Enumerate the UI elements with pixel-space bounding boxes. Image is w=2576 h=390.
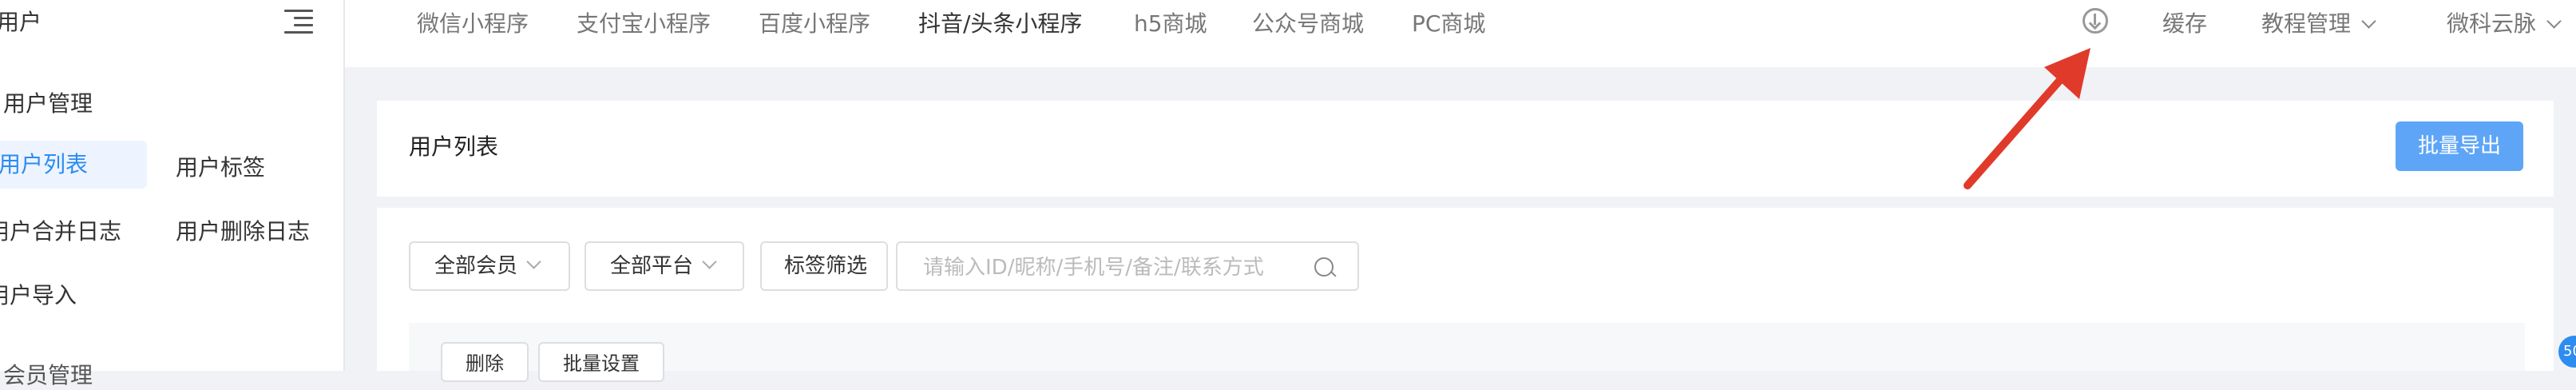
tab-h5-mall[interactable]: h5商城 xyxy=(1134,6,1207,38)
account-menu[interactable]: 微科云脉 xyxy=(2447,6,2562,38)
sidebar-group-user-management[interactable]: 用户管理 xyxy=(3,86,93,118)
platform-filter-select[interactable]: 全部平台 xyxy=(585,241,744,291)
sidebar-item-user-import[interactable]: 用户导入 xyxy=(0,278,77,310)
sidebar: 用户 用户管理 用户列表 用户标签 用户合并日志 用户删除日志 用户导入 会员管… xyxy=(0,0,345,388)
platform-filter-value: 全部平台 xyxy=(610,254,694,278)
tutorial-menu[interactable]: 教程管理 xyxy=(2261,6,2376,38)
chevron-down-icon xyxy=(2546,14,2562,29)
sidebar-item-user-list[interactable]: 用户列表 xyxy=(0,141,147,189)
collapse-menu-icon[interactable] xyxy=(284,8,313,35)
member-filter-value: 全部会员 xyxy=(434,254,518,278)
member-filter-select[interactable]: 全部会员 xyxy=(409,241,570,291)
tab-alipay-miniprogram[interactable]: 支付宝小程序 xyxy=(577,6,711,38)
sidebar-title: 用户 xyxy=(0,9,42,35)
tab-official-account-mall[interactable]: 公众号商城 xyxy=(1252,6,1364,38)
table-toolbar-area xyxy=(409,323,2525,371)
tab-pc-mall[interactable]: PC商城 xyxy=(1412,6,1485,38)
delete-button[interactable]: 删除 xyxy=(441,342,529,382)
floating-badge[interactable]: 50 xyxy=(2558,336,2576,368)
tab-douyin-miniprogram[interactable]: 抖音/头条小程序 xyxy=(918,6,1082,38)
tag-filter-button[interactable]: 标签筛选 xyxy=(760,241,888,291)
title-card xyxy=(377,101,2554,197)
sidebar-group-member-management[interactable]: 会员管理 xyxy=(3,358,93,390)
chevron-down-icon xyxy=(2361,14,2376,29)
sidebar-item-user-tags[interactable]: 用户标签 xyxy=(176,150,265,182)
batch-export-button[interactable]: 批量导出 xyxy=(2396,121,2523,171)
tab-baidu-miniprogram[interactable]: 百度小程序 xyxy=(759,6,870,38)
account-name: 微科云脉 xyxy=(2447,10,2537,37)
tutorial-menu-label: 教程管理 xyxy=(2261,10,2352,37)
search-input[interactable] xyxy=(921,253,1300,283)
chevron-down-icon xyxy=(526,254,541,269)
download-icon[interactable] xyxy=(2083,8,2108,34)
tab-wechat-miniprogram[interactable]: 微信小程序 xyxy=(417,6,529,38)
search-field xyxy=(896,241,1359,291)
sidebar-item-merge-log[interactable]: 用户合并日志 xyxy=(0,214,121,246)
search-icon[interactable] xyxy=(1314,257,1334,277)
page-title: 用户列表 xyxy=(409,133,499,160)
cache-button[interactable]: 缓存 xyxy=(2162,6,2207,38)
sidebar-item-delete-log[interactable]: 用户删除日志 xyxy=(176,214,310,246)
batch-settings-button[interactable]: 批量设置 xyxy=(538,342,664,382)
chevron-down-icon xyxy=(702,254,717,269)
